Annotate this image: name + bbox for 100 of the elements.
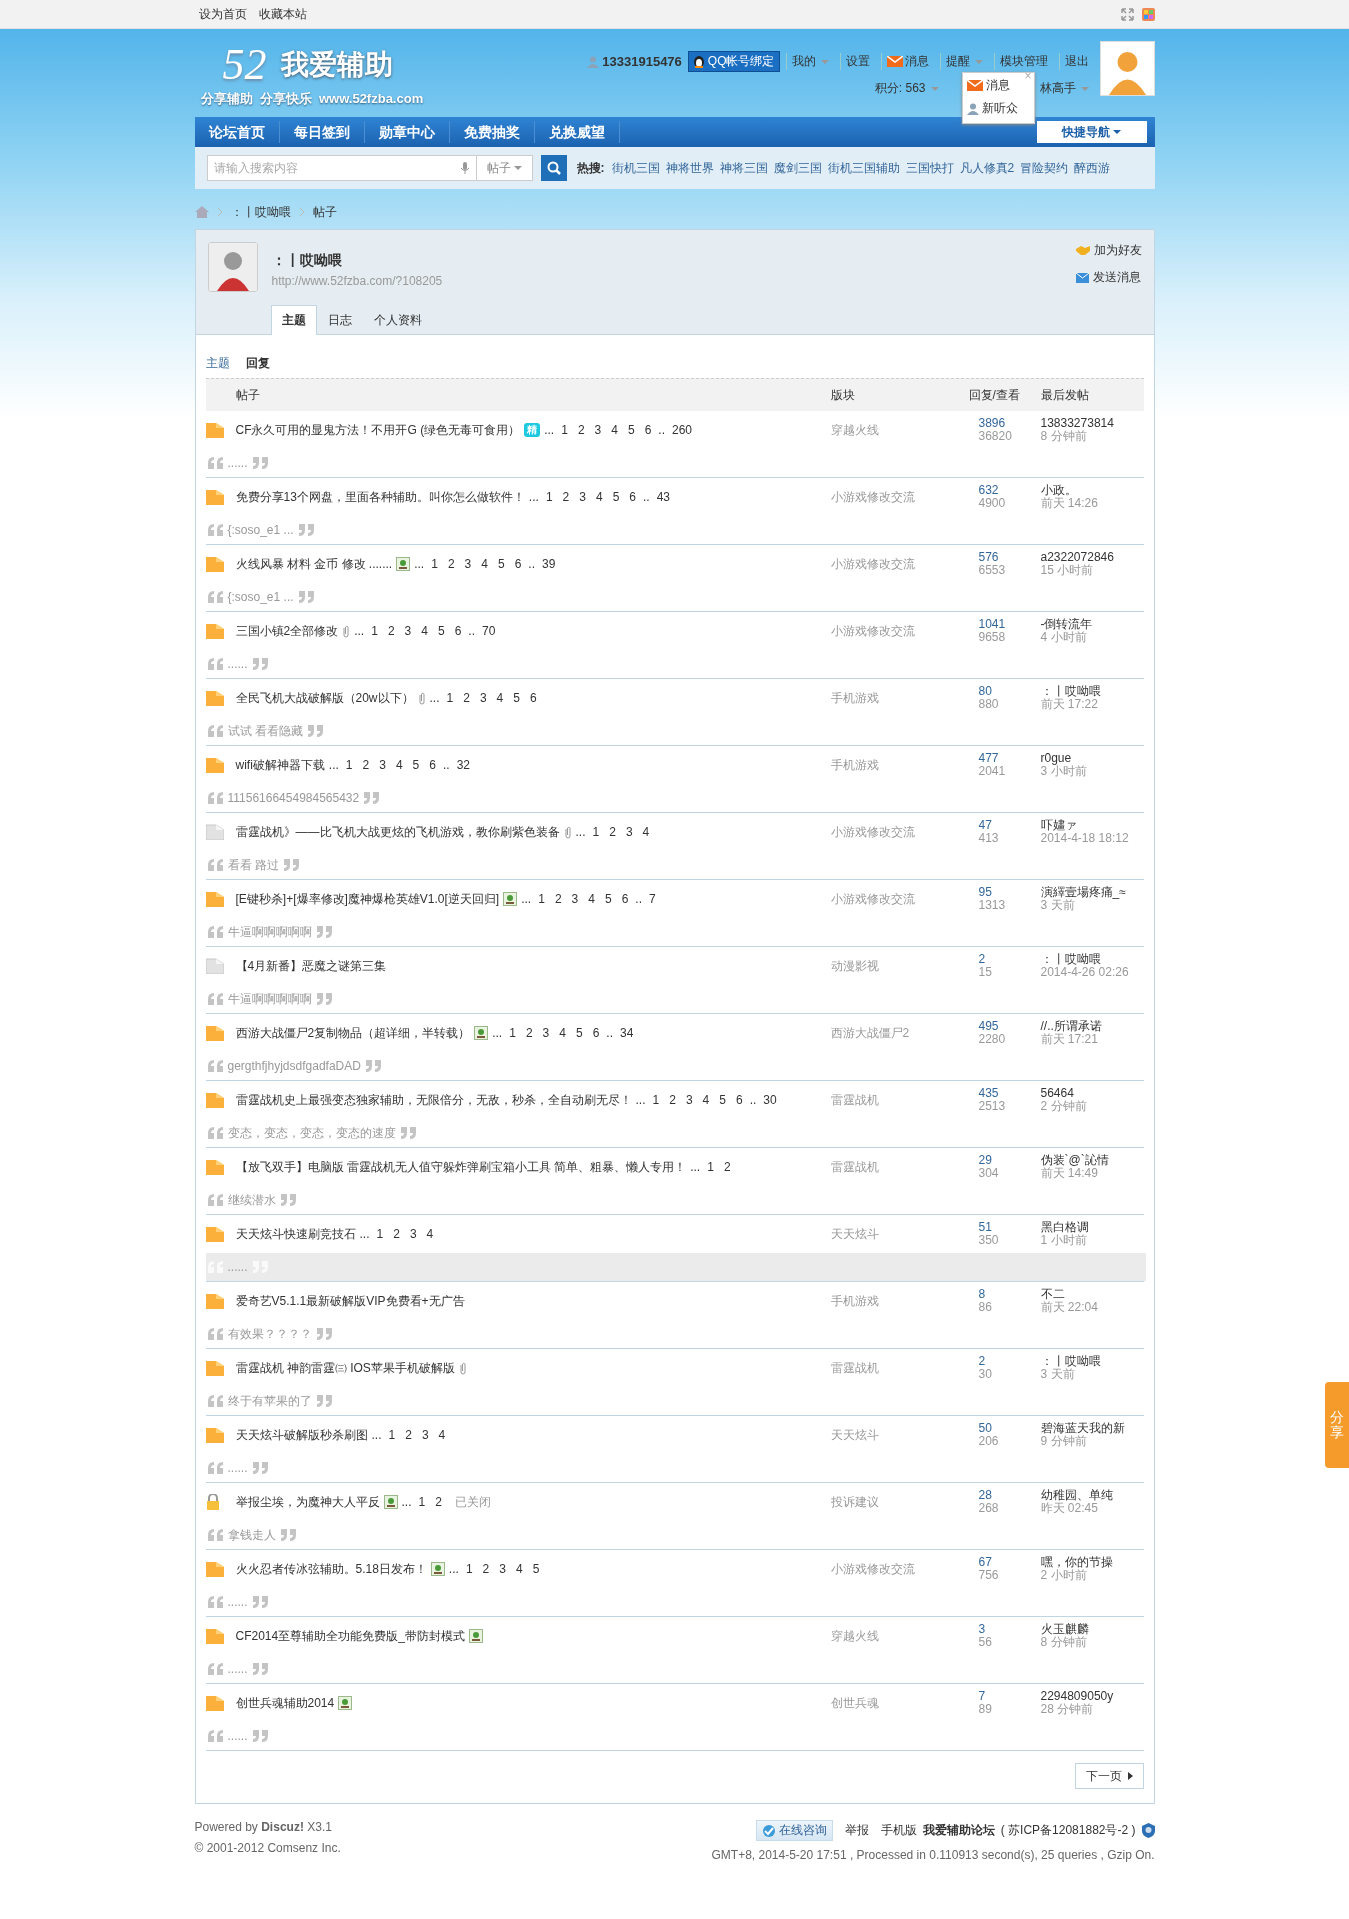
page-link[interactable]: 5: [604, 892, 612, 906]
hot-search-link[interactable]: 街机三国辅助: [827, 159, 900, 177]
hot-search-link[interactable]: 魔剑三国: [773, 159, 822, 177]
thread-title-link[interactable]: CF2014至尊辅助全功能免费版_带防封模式: [235, 1627, 465, 1645]
page-link[interactable]: 4: [481, 557, 488, 571]
reply-count[interactable]: 51: [978, 1221, 992, 1234]
page-link[interactable]: 3: [685, 1093, 693, 1107]
thread-title-link[interactable]: 【放飞双手】电脑版 雷霆战机无人值守躲炸弹刷宝箱小工具 简单、粗暴、懒人专用！: [235, 1158, 687, 1176]
profile-tab[interactable]: 主题: [270, 305, 317, 335]
page-link[interactable]: 2: [609, 825, 616, 839]
nav-link[interactable]: 论坛首页: [194, 121, 280, 143]
breadcrumb-link[interactable]: ：丨哎呦喂: [230, 203, 291, 221]
thread-title-link[interactable]: 火线风暴 材料 金币 修改 .......: [235, 555, 393, 573]
reply-count[interactable]: 632: [978, 484, 999, 497]
page-link[interactable]: 2: [435, 1495, 442, 1509]
points-link[interactable]: 积分: 563: [869, 80, 944, 97]
page-link[interactable]: 2: [362, 758, 370, 772]
page-link[interactable]: 2: [393, 1227, 400, 1241]
reply-count[interactable]: 3896: [978, 417, 1006, 430]
page-link[interactable]: 1: [509, 1026, 516, 1040]
sub-tab[interactable]: 回复: [245, 355, 270, 372]
thread-title-link[interactable]: [E键秒杀]+[爆率修改]魔神爆枪英雄V1.0[逆天回归]: [235, 890, 500, 908]
page-link[interactable]: 30: [763, 1093, 777, 1107]
nav-link[interactable]: 勋章中心: [364, 121, 450, 143]
hot-search-link[interactable]: 三国快打: [905, 159, 954, 177]
page-link[interactable]: 1: [376, 1227, 384, 1241]
hot-search-link[interactable]: 街机三国: [611, 159, 660, 177]
page-link[interactable]: 1: [465, 1562, 473, 1576]
page-link[interactable]: 2: [447, 557, 455, 571]
reply-count[interactable]: 8: [978, 1288, 986, 1301]
hot-search-link[interactable]: 神将三国: [719, 159, 768, 177]
page-link[interactable]: 1: [418, 1495, 426, 1509]
page-link[interactable]: 4: [395, 758, 403, 772]
reply-count[interactable]: 29: [978, 1154, 992, 1167]
page-link[interactable]: 5: [497, 557, 505, 571]
last-poster-link[interactable]: ：丨哎呦喂: [1040, 953, 1101, 966]
thread-title-link[interactable]: 全民飞机大战破解版（20w以下）: [235, 689, 414, 707]
page-link[interactable]: 1: [431, 557, 438, 571]
last-poster-link[interactable]: 火玉麒麟: [1040, 1623, 1089, 1636]
reply-count[interactable]: 495: [978, 1020, 999, 1033]
page-link[interactable]: 34: [620, 1026, 634, 1040]
breadcrumb-link[interactable]: 帖子: [312, 203, 337, 221]
last-poster-link[interactable]: 黑白格调: [1040, 1221, 1089, 1234]
top-link[interactable]: 收藏本站: [258, 5, 307, 23]
thread-title-link[interactable]: wifi破解神器下载: [235, 756, 325, 774]
page-link[interactable]: 2: [669, 1093, 676, 1107]
page-link[interactable]: 5: [719, 1093, 726, 1107]
page-link[interactable]: 260: [672, 423, 692, 437]
page-link[interactable]: 2: [577, 423, 585, 437]
thread-title-link[interactable]: 举报尘埃，为魔神大人平反: [235, 1493, 380, 1511]
page-link[interactable]: 6: [735, 1093, 743, 1107]
hot-search-link[interactable]: 冒险契约: [1020, 159, 1069, 177]
user-menu-link[interactable]: 退出: [1058, 53, 1094, 70]
user-menu-link[interactable]: 模块管理: [993, 53, 1053, 70]
page-link[interactable]: 2: [723, 1160, 731, 1174]
last-poster-link[interactable]: //..所谓承诺: [1040, 1020, 1102, 1033]
popup-item[interactable]: 消息: [966, 77, 1010, 94]
page-link[interactable]: 1: [345, 758, 353, 772]
thread-title-link[interactable]: 西游大战僵尸2复制物品（超详细，半转载）: [235, 1024, 471, 1042]
page-link[interactable]: 4: [702, 1093, 710, 1107]
page-link[interactable]: 1: [592, 825, 600, 839]
last-poster-link[interactable]: 演繹壹場疼痛_≈: [1040, 886, 1126, 899]
reply-count[interactable]: 3: [978, 1623, 986, 1636]
last-poster-link[interactable]: a2322072846: [1040, 551, 1114, 564]
profile-tab[interactable]: 个人资料: [362, 305, 433, 334]
thread-title-link[interactable]: 火火忍者传冰弦辅助。5.18日发布！: [235, 1560, 427, 1578]
page-link[interactable]: 3: [571, 892, 579, 906]
page-link[interactable]: 5: [412, 758, 420, 772]
page-link[interactable]: 1: [707, 1160, 714, 1174]
sub-tab[interactable]: 主题: [205, 355, 230, 372]
page-link[interactable]: 43: [656, 490, 671, 504]
thread-title-link[interactable]: 天天炫斗破解版秒杀刷图: [235, 1426, 368, 1444]
user-menu-link[interactable]: 我的: [785, 53, 834, 70]
page-link[interactable]: 32: [456, 758, 470, 772]
reply-count[interactable]: 67: [978, 1556, 992, 1569]
last-poster-link[interactable]: r0gue: [1040, 752, 1072, 765]
page-link[interactable]: 4: [496, 691, 504, 705]
page-link[interactable]: 3: [499, 1562, 506, 1576]
page-link[interactable]: 4: [588, 892, 595, 906]
last-poster-link[interactable]: 2294809050y: [1040, 1690, 1114, 1703]
hot-search-link[interactable]: 醉西游: [1074, 159, 1111, 177]
page-link[interactable]: 6: [629, 490, 636, 504]
popup-item[interactable]: 新听众: [966, 100, 1018, 117]
page-link[interactable]: 5: [532, 1562, 540, 1576]
page-link[interactable]: 2: [482, 1562, 490, 1576]
profile-action-link[interactable]: 发送消息: [1075, 269, 1142, 286]
reply-count[interactable]: 2: [978, 953, 986, 966]
page-link[interactable]: 3: [379, 758, 386, 772]
reply-count[interactable]: 576: [978, 551, 999, 564]
reply-count[interactable]: 477: [978, 752, 999, 765]
online-consult-button[interactable]: 在线咨询: [755, 1820, 833, 1841]
quick-nav-button[interactable]: 快捷导航: [1036, 121, 1147, 143]
nav-link[interactable]: 免费抽奖: [449, 121, 535, 143]
page-link[interactable]: 6: [454, 624, 462, 638]
profile-tab[interactable]: 日志: [316, 305, 363, 334]
reply-count[interactable]: 47: [978, 819, 992, 832]
page-link[interactable]: 3: [464, 557, 472, 571]
page-link[interactable]: 6: [514, 557, 522, 571]
page-link[interactable]: 4: [611, 423, 618, 437]
thread-title-link[interactable]: 雷霆战机史上最强变态独家辅助，无限倍分，无敌，秒杀，全自动刷无尽！: [235, 1091, 632, 1109]
